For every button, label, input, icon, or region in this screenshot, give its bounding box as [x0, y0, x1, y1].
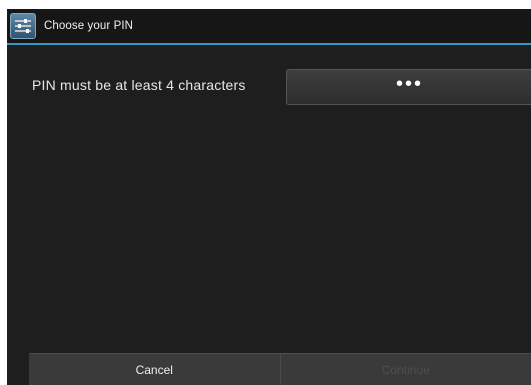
dialog-title: Choose your PIN: [44, 20, 134, 32]
title-bar: Choose your PIN: [7, 9, 531, 45]
pin-requirement-label: PIN must be at least 4 characters: [32, 77, 246, 93]
pin-dialog-screen: Choose your PIN PIN must be at least 4 c…: [7, 9, 531, 385]
pin-input[interactable]: •••: [286, 69, 531, 105]
continue-button[interactable]: Continue: [281, 354, 531, 385]
settings-sliders-icon: [10, 13, 36, 39]
cancel-button[interactable]: Cancel: [29, 354, 281, 385]
button-bar: Cancel Continue: [29, 353, 531, 385]
